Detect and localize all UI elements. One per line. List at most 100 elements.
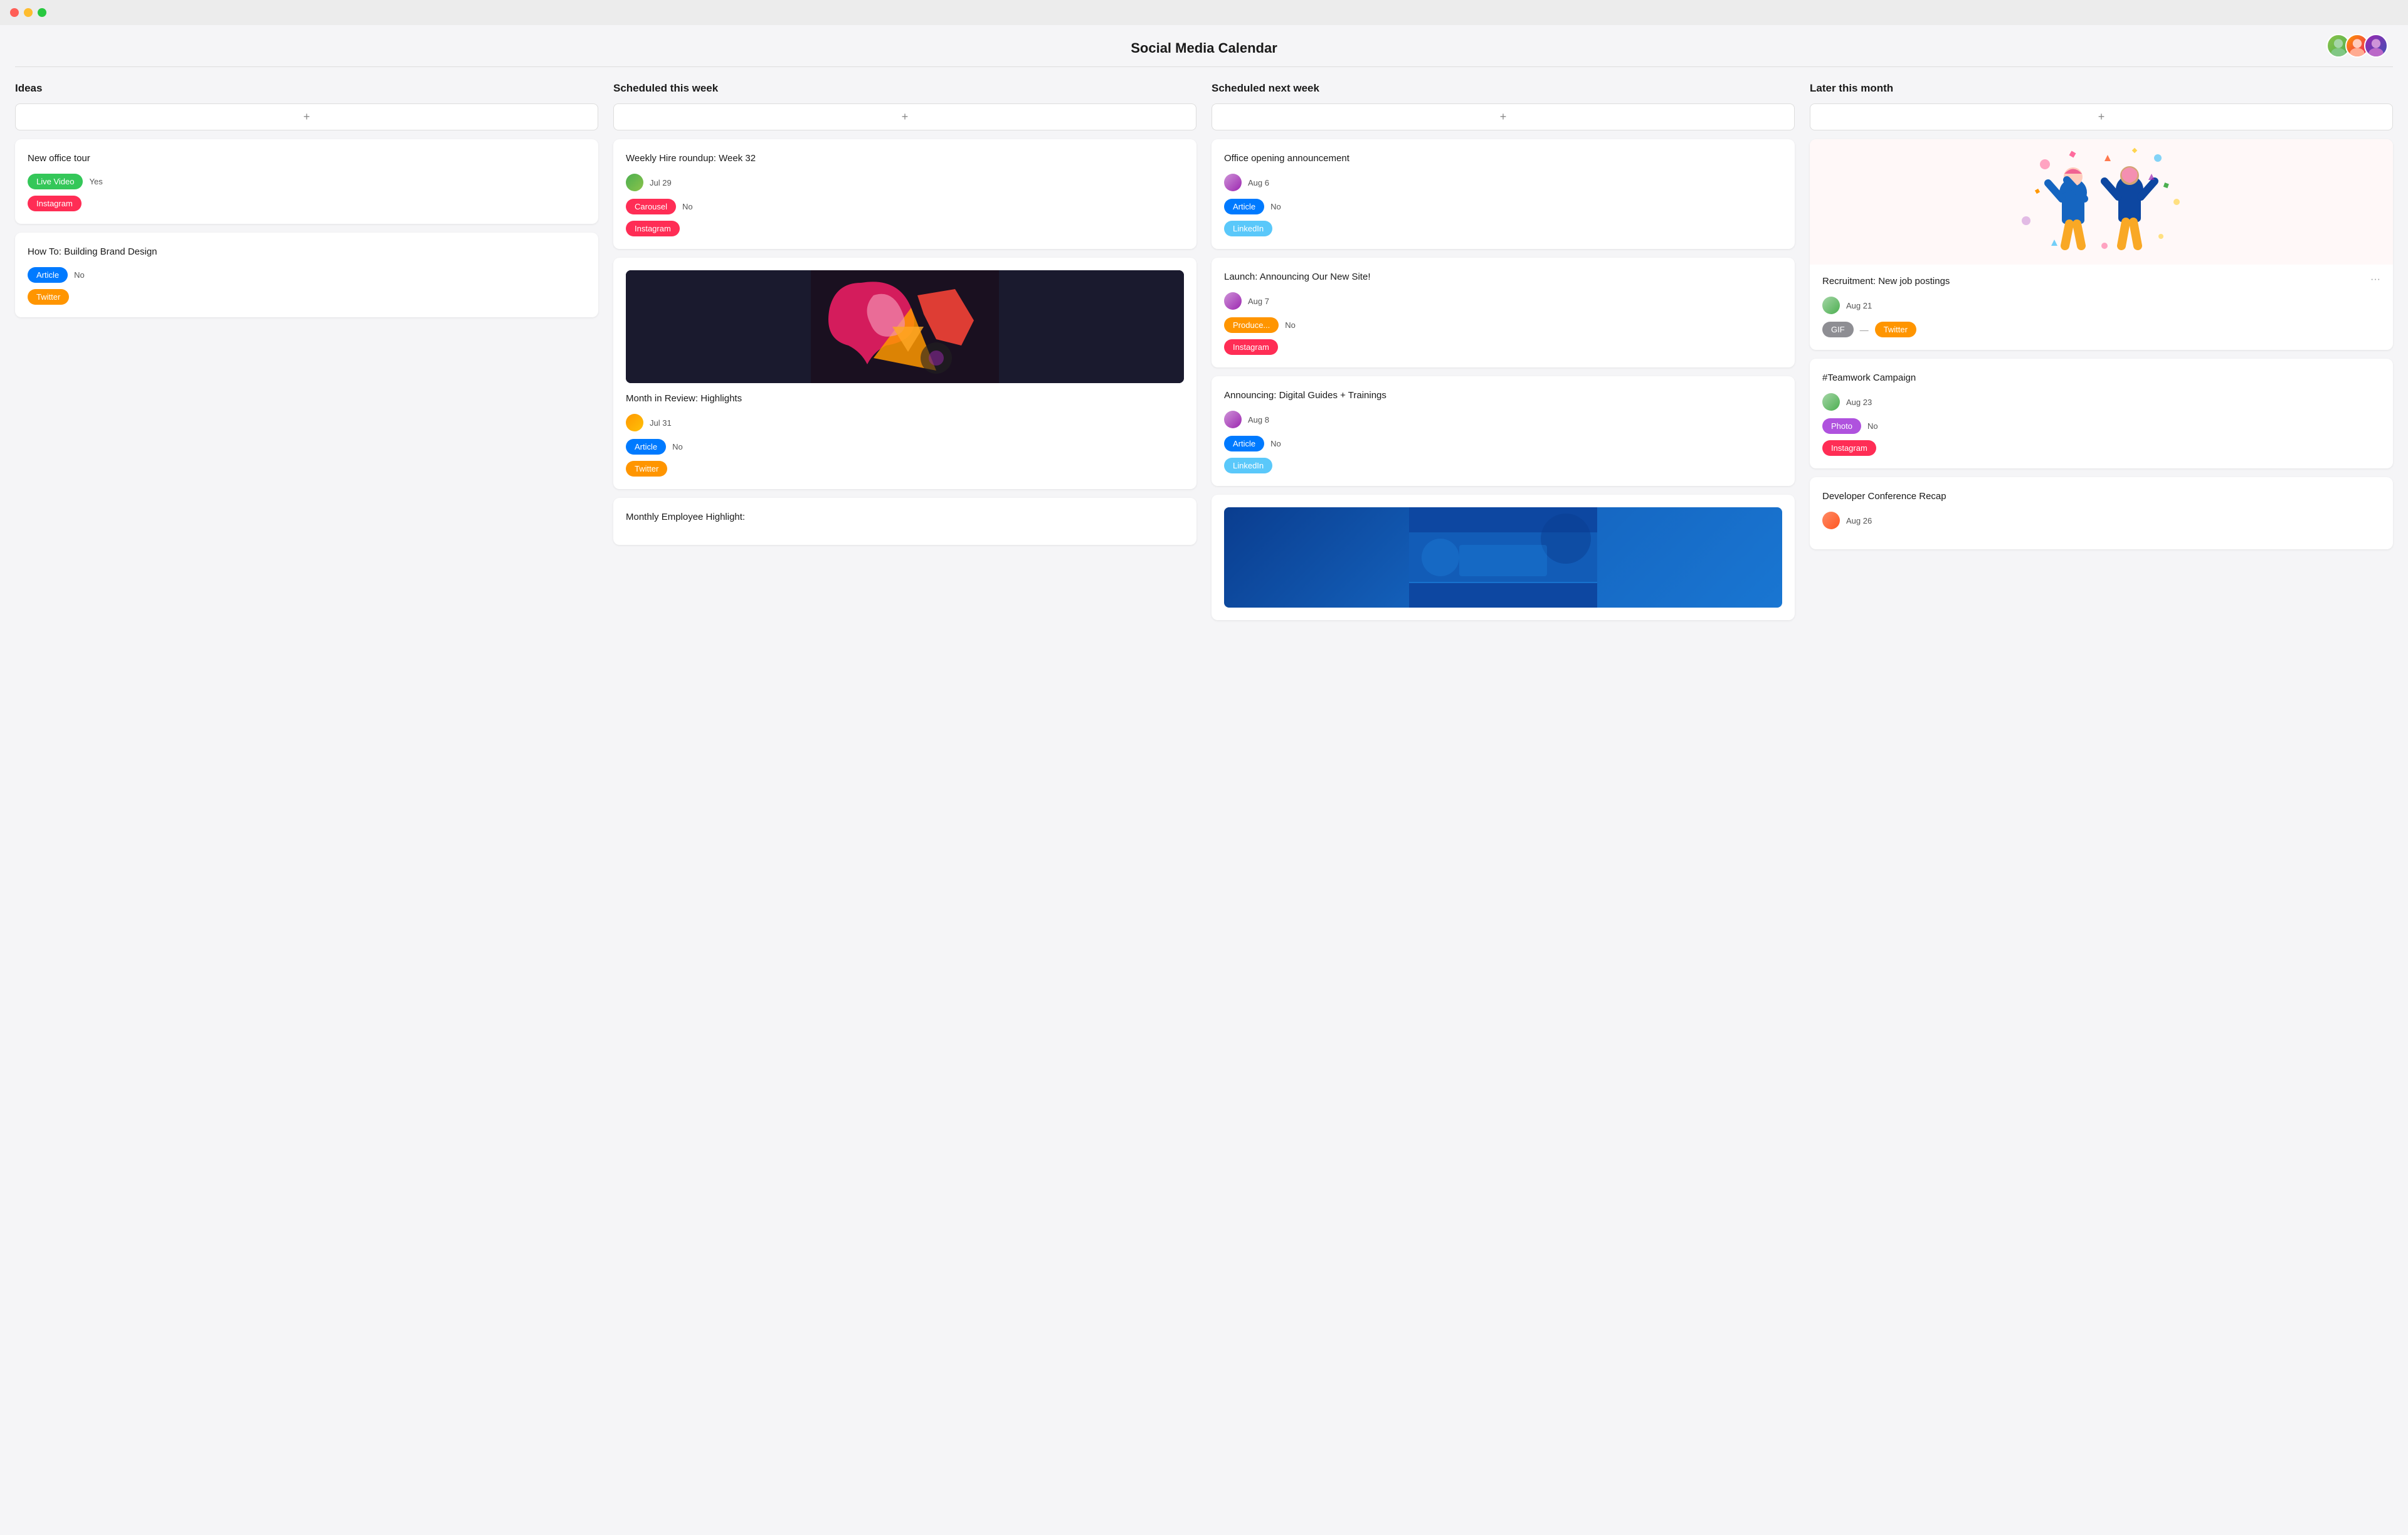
card-meta: Aug 6 — [1224, 174, 1782, 191]
date: Jul 31 — [650, 418, 672, 428]
card-dev-conference[interactable]: Developer Conference Recap Aug 26 — [1810, 477, 2393, 549]
titlebar — [0, 0, 2408, 25]
card-title: Weekly Hire roundup: Week 32 — [626, 152, 1184, 165]
close-button[interactable] — [10, 8, 19, 17]
tags-row: Photo No — [1822, 418, 2380, 434]
column-header-scheduled-this-week: Scheduled this week — [613, 82, 1196, 95]
platform-tag[interactable]: Instagram — [1822, 440, 1876, 456]
card-meta: Jul 31 — [626, 414, 1184, 431]
type-value: No — [74, 270, 85, 280]
card-weekly-hire[interactable]: Weekly Hire roundup: Week 32 Jul 29 Caro… — [613, 139, 1196, 249]
card-title: Launch: Announcing Our New Site! — [1224, 270, 1782, 283]
tags-row: Carousel No — [626, 199, 1184, 214]
platform-tag[interactable]: Twitter — [28, 289, 69, 305]
platform-tag[interactable]: Instagram — [626, 221, 680, 236]
type-tag[interactable]: Article — [1224, 199, 1264, 214]
platform-tags-row: Twitter — [626, 461, 1184, 477]
avatar-sm — [1822, 393, 1840, 411]
card-new-office-tour[interactable]: New office tour Live Video Yes Instagram — [15, 139, 598, 224]
avatar-sm — [626, 174, 643, 191]
avatar-sm — [1224, 411, 1242, 428]
page: Social Media Calendar — [0, 25, 2408, 1535]
type-tag[interactable]: Produce... — [1224, 317, 1279, 333]
card-meta: Aug 8 — [1224, 411, 1782, 428]
add-card-scheduled-next-week[interactable]: + — [1212, 103, 1795, 130]
card-title: Recruitment: New job postings — [1822, 275, 2380, 288]
date: Aug 23 — [1846, 398, 1872, 407]
type-value: No — [1285, 320, 1296, 330]
platform-tags-row: Instagram — [28, 196, 586, 211]
tags-row: Produce... No — [1224, 317, 1782, 333]
card-title: Office opening announcement — [1224, 152, 1782, 165]
card-recruitment[interactable]: ··· Recruitment: New job postings Aug 21… — [1810, 139, 2393, 350]
card-office-opening[interactable]: Office opening announcement Aug 6 Articl… — [1212, 139, 1795, 249]
card-monthly-employee[interactable]: Monthly Employee Highlight: — [613, 498, 1196, 545]
date: Jul 29 — [650, 178, 672, 187]
platform-tag[interactable]: Twitter — [626, 461, 667, 477]
card-brand-design[interactable]: How To: Building Brand Design Article No… — [15, 233, 598, 317]
column-header-scheduled-next-week: Scheduled next week — [1212, 82, 1795, 95]
type-tag[interactable]: Carousel — [626, 199, 676, 214]
card-artwork — [1810, 139, 2393, 265]
date: Aug 7 — [1248, 297, 1269, 306]
platform-tag[interactable]: Twitter — [1875, 322, 1916, 337]
tags-row: Article No — [626, 439, 1184, 455]
platform-tag[interactable]: Instagram — [1224, 339, 1278, 355]
date: Aug 21 — [1846, 301, 1872, 310]
add-card-scheduled-this-week[interactable]: + — [613, 103, 1196, 130]
card-month-review[interactable]: Month in Review: Highlights Jul 31 Artic… — [613, 258, 1196, 489]
card-meta: Aug 23 — [1822, 393, 2380, 411]
avatar[interactable] — [2364, 34, 2388, 58]
column-header-later-this-month: Later this month — [1810, 82, 2393, 95]
type-value: No — [1270, 202, 1281, 211]
avatar-sm — [1822, 297, 1840, 314]
platform-tag[interactable]: LinkedIn — [1224, 458, 1272, 473]
card-title: Month in Review: Highlights — [626, 392, 1184, 405]
type-tag[interactable]: Photo — [1822, 418, 1861, 434]
type-tag[interactable]: Live Video — [28, 174, 83, 189]
platform-tags-row: Instagram — [1224, 339, 1782, 355]
card-teamwork[interactable]: #Teamwork Campaign Aug 23 Photo No Insta… — [1810, 359, 2393, 468]
card-title: Developer Conference Recap — [1822, 490, 2380, 503]
card-title: New office tour — [28, 152, 586, 165]
column-header-ideas: Ideas — [15, 82, 598, 95]
collaborators-avatars — [2326, 34, 2388, 58]
type-tag[interactable]: Article — [1224, 436, 1264, 451]
platform-tags-row: Instagram — [626, 221, 1184, 236]
type-tag[interactable]: Article — [626, 439, 666, 455]
minimize-button[interactable] — [24, 8, 33, 17]
tags-row: Live Video Yes — [28, 174, 586, 189]
type-value: No — [682, 202, 693, 211]
card-meta: Aug 21 — [1822, 297, 2380, 314]
add-card-ideas[interactable]: + — [15, 103, 598, 130]
type-value: No — [672, 442, 683, 451]
header: Social Media Calendar — [0, 25, 2408, 66]
fullscreen-button[interactable] — [38, 8, 46, 17]
card-title: #Teamwork Campaign — [1822, 371, 2380, 384]
type-tag[interactable]: Article — [28, 267, 68, 283]
more-options-btn[interactable]: ··· — [2370, 275, 2380, 285]
card-digital-guides[interactable]: Announcing: Digital Guides + Trainings A… — [1212, 376, 1795, 486]
platform-tags-row: LinkedIn — [1224, 221, 1782, 236]
date: Aug 26 — [1846, 516, 1872, 525]
add-card-later-this-month[interactable]: + — [1810, 103, 2393, 130]
card-new-site[interactable]: Launch: Announcing Our New Site! Aug 7 P… — [1212, 258, 1795, 367]
card-meta: Aug 7 — [1224, 292, 1782, 310]
platform-tag[interactable]: Instagram — [28, 196, 82, 211]
column-scheduled-this-week: Scheduled this week + Weekly Hire roundu… — [613, 82, 1196, 629]
tags-row: GIF — Twitter — [1822, 322, 2380, 337]
date: Aug 6 — [1248, 178, 1269, 187]
column-scheduled-next-week: Scheduled next week + Office opening ann… — [1212, 82, 1795, 629]
avatar-sm — [1224, 292, 1242, 310]
platform-tag[interactable]: LinkedIn — [1224, 221, 1272, 236]
dash: — — [1860, 325, 1869, 335]
card-meta: Jul 29 — [626, 174, 1184, 191]
column-ideas: Ideas + New office tour Live Video Yes I… — [15, 82, 598, 629]
type-tag[interactable]: GIF — [1822, 322, 1854, 337]
card-title: How To: Building Brand Design — [28, 245, 586, 258]
card-content: ··· Recruitment: New job postings Aug 21… — [1810, 265, 2393, 350]
card-partial-bottom[interactable] — [1212, 495, 1795, 620]
card-title: Monthly Employee Highlight: — [626, 510, 1184, 524]
tags-row: Article No — [1224, 436, 1782, 451]
avatar-sm — [626, 414, 643, 431]
